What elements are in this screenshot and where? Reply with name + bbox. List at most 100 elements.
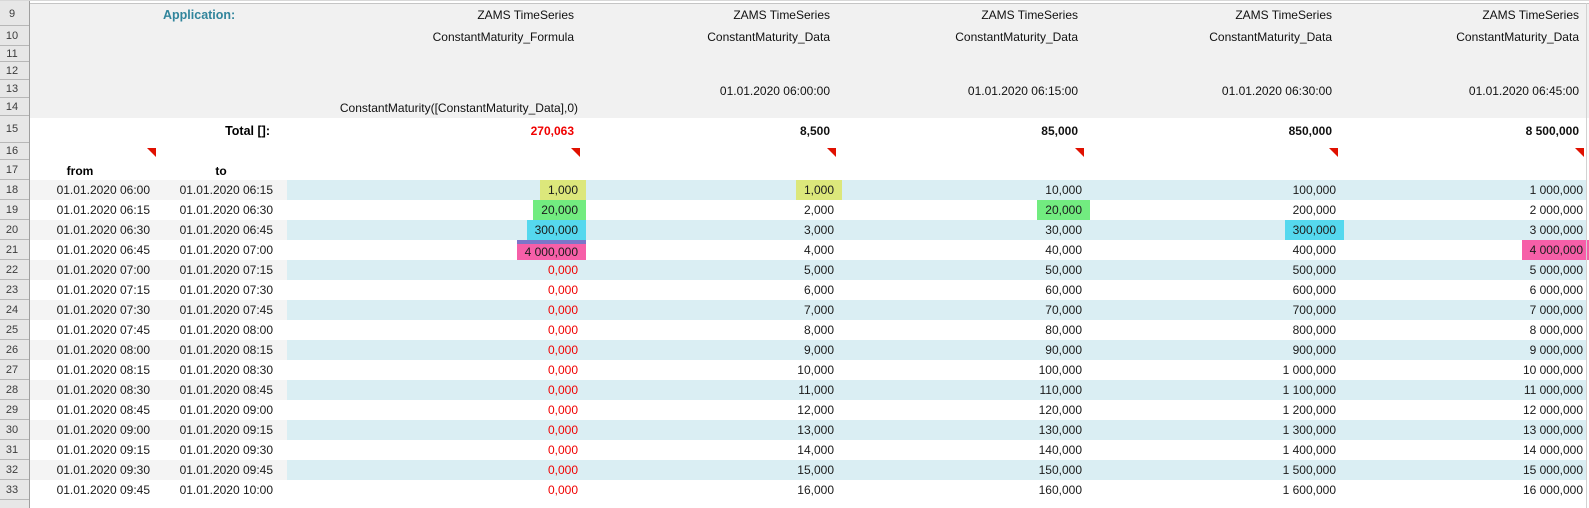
cell-from[interactable]: 01.01.2020 09:30 — [30, 460, 150, 480]
cell-value[interactable]: 0,000 — [287, 260, 582, 280]
column-timestamp[interactable]: 01.01.2020 06:00:00 — [634, 82, 834, 100]
row-number[interactable]: 24 — [0, 300, 29, 320]
cell-value[interactable]: 14 000,000 — [1340, 440, 1587, 460]
column-title[interactable]: ZAMS TimeSeries — [1383, 4, 1583, 27]
column-title[interactable]: ZAMS TimeSeries — [882, 4, 1082, 27]
cell-value[interactable]: 4,000 — [582, 240, 838, 260]
cell-value[interactable]: 0,000 — [287, 480, 582, 500]
cell-value[interactable]: 70,000 — [838, 300, 1086, 320]
cell-to[interactable]: 01.01.2020 07:15 — [158, 260, 273, 280]
cell-value[interactable]: 150,000 — [838, 460, 1086, 480]
cell-to[interactable]: 01.01.2020 09:30 — [158, 440, 273, 460]
row-number[interactable]: 26 — [0, 340, 29, 360]
cell-value[interactable]: 30,000 — [838, 220, 1086, 240]
cell-value[interactable]: 900,000 — [1086, 340, 1340, 360]
row-number[interactable]: 14 — [0, 98, 29, 116]
row-number[interactable]: 10 — [0, 26, 29, 46]
cell-value[interactable]: 0,000 — [287, 280, 582, 300]
row-number[interactable]: 28 — [0, 380, 29, 400]
from-column-header[interactable]: from — [30, 161, 130, 181]
cell-from[interactable]: 01.01.2020 08:15 — [30, 360, 150, 380]
row-number[interactable]: 21 — [0, 240, 29, 260]
cell-value[interactable]: 10 000,000 — [1340, 360, 1587, 380]
cell-value[interactable]: 1,000 — [287, 180, 582, 200]
cell-to[interactable]: 01.01.2020 06:30 — [158, 200, 273, 220]
cell-value[interactable]: 5 000,000 — [1340, 260, 1587, 280]
row-number[interactable]: 20 — [0, 220, 29, 240]
cell-to[interactable]: 01.01.2020 08:00 — [158, 320, 273, 340]
cell-to[interactable]: 01.01.2020 07:00 — [158, 240, 273, 260]
cell-value[interactable]: 40,000 — [838, 240, 1086, 260]
total-label[interactable]: Total []: — [158, 118, 270, 144]
column-subtitle[interactable]: ConstantMaturity_Data — [882, 27, 1082, 47]
cell-from[interactable]: 01.01.2020 09:00 — [30, 420, 150, 440]
cell-value[interactable]: 0,000 — [287, 460, 582, 480]
cell-value[interactable]: 0,000 — [287, 440, 582, 460]
cell-value[interactable]: 0,000 — [287, 420, 582, 440]
cell-value[interactable]: 16 000,000 — [1340, 480, 1587, 500]
cell-from[interactable]: 01.01.2020 06:30 — [30, 220, 150, 240]
cell-value[interactable]: 13 000,000 — [1340, 420, 1587, 440]
cell-from[interactable]: 01.01.2020 08:00 — [30, 340, 150, 360]
total-value[interactable]: 8 500,000 — [1383, 118, 1583, 144]
cell-value[interactable]: 0,000 — [287, 400, 582, 420]
cell-value[interactable]: 12 000,000 — [1340, 400, 1587, 420]
cell-from[interactable]: 01.01.2020 09:45 — [30, 480, 150, 500]
total-value[interactable]: 850,000 — [1136, 118, 1336, 144]
cell-value[interactable]: 1 000,000 — [1086, 360, 1340, 380]
row-number[interactable]: 30 — [0, 420, 29, 440]
cell-value[interactable]: 90,000 — [838, 340, 1086, 360]
row-number[interactable]: 27 — [0, 360, 29, 380]
cell-value[interactable]: 14,000 — [582, 440, 838, 460]
cell-value[interactable]: 15 000,000 — [1340, 460, 1587, 480]
row-number[interactable]: 23 — [0, 280, 29, 300]
cell-from[interactable]: 01.01.2020 06:00 — [30, 180, 150, 200]
cell-value[interactable]: 60,000 — [838, 280, 1086, 300]
cell-value[interactable]: 7 000,000 — [1340, 300, 1587, 320]
row-number[interactable]: 19 — [0, 200, 29, 220]
cell-value[interactable]: 500,000 — [1086, 260, 1340, 280]
row-number[interactable]: 25 — [0, 320, 29, 340]
cell-value[interactable]: 15,000 — [582, 460, 838, 480]
cell-value[interactable]: 12,000 — [582, 400, 838, 420]
cell-value[interactable]: 300,000 — [287, 220, 582, 240]
cell-value[interactable]: 400,000 — [1086, 240, 1340, 260]
cell-value[interactable]: 6 000,000 — [1340, 280, 1587, 300]
cell-value[interactable]: 5,000 — [582, 260, 838, 280]
cell-from[interactable]: 01.01.2020 07:15 — [30, 280, 150, 300]
row-number[interactable]: 11 — [0, 46, 29, 62]
cell-value[interactable]: 200,000 — [1086, 200, 1340, 220]
cell-value[interactable]: 9,000 — [582, 340, 838, 360]
row-number[interactable]: 33 — [0, 480, 29, 500]
total-value[interactable]: 270,063 — [378, 118, 578, 144]
cell-value[interactable]: 160,000 — [838, 480, 1086, 500]
cell-to[interactable]: 01.01.2020 09:15 — [158, 420, 273, 440]
column-title[interactable]: ZAMS TimeSeries — [378, 4, 578, 27]
total-value[interactable]: 8,500 — [634, 118, 834, 144]
cell-value[interactable]: 0,000 — [287, 380, 582, 400]
cell-value[interactable]: 2 000,000 — [1340, 200, 1587, 220]
cell-value[interactable]: 0,000 — [287, 320, 582, 340]
cell-to[interactable]: 01.01.2020 07:30 — [158, 280, 273, 300]
cell-value[interactable]: 1 400,000 — [1086, 440, 1340, 460]
row-number[interactable]: 16 — [0, 143, 29, 160]
column-subtitle[interactable]: ConstantMaturity_Data — [634, 27, 834, 47]
cell-from[interactable]: 01.01.2020 09:15 — [30, 440, 150, 460]
cell-value[interactable]: 8 000,000 — [1340, 320, 1587, 340]
cell-value[interactable]: 100,000 — [838, 360, 1086, 380]
cell-to[interactable]: 01.01.2020 09:45 — [158, 460, 273, 480]
cell-value[interactable]: 1 100,000 — [1086, 380, 1340, 400]
cell-value[interactable]: 140,000 — [838, 440, 1086, 460]
cell-value[interactable]: 50,000 — [838, 260, 1086, 280]
row-number[interactable]: 12 — [0, 62, 29, 80]
cell-value[interactable]: 9 000,000 — [1340, 340, 1587, 360]
cell-from[interactable]: 01.01.2020 07:45 — [30, 320, 150, 340]
cell-value[interactable]: 20,000 — [287, 200, 582, 220]
cell-value[interactable]: 6,000 — [582, 280, 838, 300]
cell-from[interactable]: 01.01.2020 08:45 — [30, 400, 150, 420]
cell-value[interactable]: 1 300,000 — [1086, 420, 1340, 440]
cell-to[interactable]: 01.01.2020 10:00 — [158, 480, 273, 500]
cell-to[interactable]: 01.01.2020 06:15 — [158, 180, 273, 200]
cell-value[interactable]: 16,000 — [582, 480, 838, 500]
cell-value[interactable]: 0,000 — [287, 360, 582, 380]
